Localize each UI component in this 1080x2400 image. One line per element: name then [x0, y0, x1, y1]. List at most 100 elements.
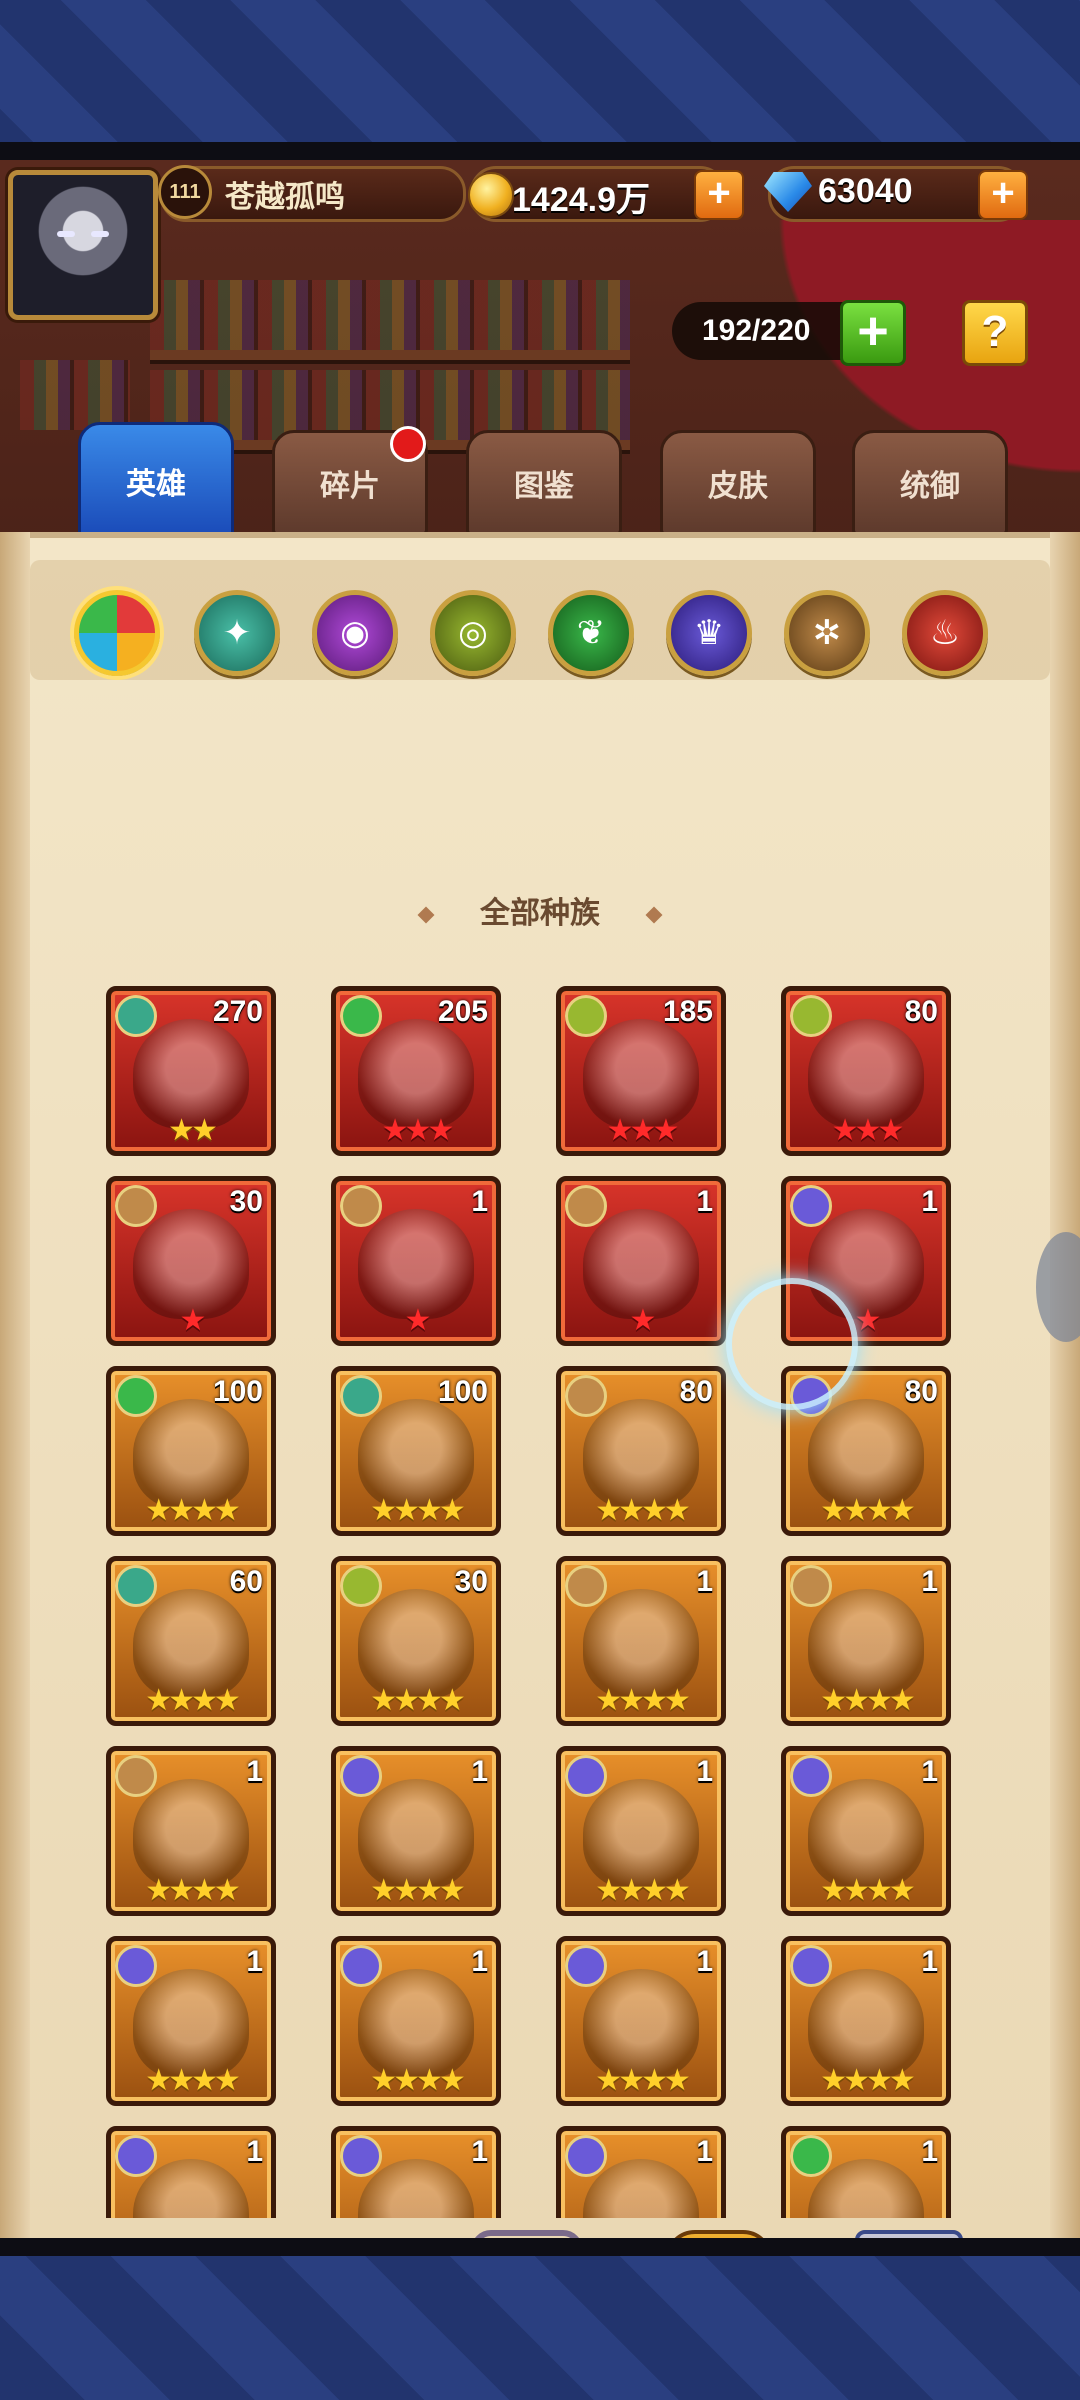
- panel-edge: [0, 532, 30, 2238]
- hero-faction-icon: [565, 1375, 607, 1417]
- hero-card[interactable]: 30 ★: [106, 1176, 276, 1346]
- hero-card[interactable]: 1 ★★★★: [781, 1556, 951, 1726]
- hero-star-rating: ★★★: [606, 1114, 680, 1147]
- hero-level: 1: [471, 1945, 488, 1978]
- hero-card[interactable]: 1 ★★★★: [106, 1746, 276, 1916]
- hero-portrait: [583, 1209, 699, 1319]
- hero-star-rating: ★★★★: [370, 1684, 466, 1717]
- hero-star-rating: ★★★: [381, 1114, 455, 1147]
- hero-faction-icon: [115, 1945, 157, 1987]
- hero-card[interactable]: 1: [331, 2126, 501, 2218]
- hero-card[interactable]: 1 ★★★★: [556, 1746, 726, 1916]
- forest-faction-icon[interactable]: ✦: [194, 590, 280, 676]
- hero-grid: 270 ★★ 205 ★★★ 185 ★★★ 80 ★★★ 30 ★ 1 ★ 1 ★ 1 ★ 100 ★★★★ 10…: [106, 986, 956, 2218]
- hero-card[interactable]: 1 ★★★★: [556, 1936, 726, 2106]
- section-title: 全部种族: [0, 888, 1080, 932]
- tab-command[interactable]: 统御: [852, 430, 1008, 536]
- hero-card[interactable]: 1 ★: [331, 1176, 501, 1346]
- expand-capacity-button[interactable]: +: [840, 300, 906, 366]
- top-letterbox-bar: [0, 142, 1080, 160]
- hero-faction-icon: [115, 1185, 157, 1227]
- hero-card[interactable]: 1 ★★★★: [331, 1936, 501, 2106]
- hero-card[interactable]: 1 ★★★★: [781, 1746, 951, 1916]
- section-title-text: 全部种族: [480, 897, 600, 930]
- bottom-letterbox-bar: [0, 2238, 1080, 2256]
- hero-card[interactable]: 1 ★: [556, 1176, 726, 1346]
- help-button[interactable]: ?: [962, 300, 1028, 366]
- dark-faction-icon[interactable]: ♨: [902, 590, 988, 676]
- hero-star-rating: ★★★: [831, 1114, 905, 1147]
- hero-card[interactable]: 80 ★★★: [781, 986, 951, 1156]
- hero-portrait: [583, 1019, 699, 1129]
- diamond-ornament-icon: [417, 906, 435, 924]
- nav-item-hero[interactable]: 英雄: [240, 2230, 410, 2238]
- hero-star-rating: ★★★★: [145, 1874, 241, 1907]
- fortress-faction-icon[interactable]: ◎: [430, 590, 516, 676]
- hero-card[interactable]: 1 ★★★★: [556, 1556, 726, 1726]
- hero-card[interactable]: 100 ★★★★: [331, 1366, 501, 1536]
- add-gold-button[interactable]: +: [694, 170, 744, 220]
- hero-level: 80: [904, 995, 938, 1028]
- player-avatar[interactable]: [8, 170, 158, 320]
- hero-card[interactable]: 1: [556, 2126, 726, 2218]
- hero-level: 1: [921, 1945, 938, 1978]
- hero-star-rating: ★★: [168, 1114, 218, 1147]
- hero-star-rating: ★: [404, 1304, 432, 1337]
- hero-portrait: [583, 1589, 699, 1699]
- hero-portrait: [583, 1399, 699, 1509]
- hero-level: 80: [679, 1375, 713, 1408]
- nature-faction-icon[interactable]: ❦: [548, 590, 634, 676]
- hero-faction-icon: [790, 1945, 832, 1987]
- faction-filter-bar: [30, 560, 1050, 680]
- abyss-faction-icon[interactable]: ♛: [666, 590, 752, 676]
- hero-card[interactable]: 270 ★★: [106, 986, 276, 1156]
- hero-level: 1: [921, 1565, 938, 1598]
- castle-icon: [85, 2230, 185, 2238]
- hero-faction-icon: [340, 2135, 382, 2177]
- hero-faction-icon: [790, 1185, 832, 1227]
- hero-star-rating: ★★★★: [820, 1684, 916, 1717]
- hero-card[interactable]: 1: [781, 2126, 951, 2218]
- hero-star-rating: ★★★★: [595, 1874, 691, 1907]
- gold-amount: 1424.9万: [512, 181, 650, 219]
- hero-faction-icon: [115, 2135, 157, 2177]
- hero-card[interactable]: 60 ★★★★: [106, 1556, 276, 1726]
- gold-coin-icon: [468, 172, 514, 218]
- nav-item-portal[interactable]: 探险: [436, 2230, 606, 2238]
- diamond-ornament-icon: [645, 906, 663, 924]
- light-faction-icon[interactable]: ✲: [784, 590, 870, 676]
- nav-item-backpack[interactable]: 背包: [630, 2230, 800, 2238]
- hero-card[interactable]: 1 ★★★★: [331, 1746, 501, 1916]
- tab-skins[interactable]: 皮肤: [660, 430, 816, 536]
- hero-card[interactable]: 1 ★★★★: [106, 1936, 276, 2106]
- hero-card[interactable]: 205 ★★★: [331, 986, 501, 1156]
- hero-portrait: [583, 1969, 699, 2079]
- hero-portrait: [133, 1399, 249, 1509]
- hero-level: 60: [229, 1565, 263, 1598]
- hero-portrait: [133, 1019, 249, 1129]
- hero-portrait: [133, 1589, 249, 1699]
- all-factions-icon[interactable]: [74, 590, 160, 676]
- hero-level: 1: [471, 1755, 488, 1788]
- nav-item-castle[interactable]: 主城: [50, 2230, 220, 2238]
- tab-codex[interactable]: 图鉴: [466, 430, 622, 536]
- hero-card[interactable]: 80 ★★★★: [556, 1366, 726, 1536]
- bookshelf-decoration: [20, 360, 130, 430]
- hero-faction-icon: [565, 2135, 607, 2177]
- hero-card[interactable]: 1 ★★★★: [781, 1936, 951, 2106]
- hero-faction-icon: [340, 1375, 382, 1417]
- hero-portrait: [808, 1399, 924, 1509]
- hero-card[interactable]: 185 ★★★: [556, 986, 726, 1156]
- hero-star-rating: ★★★★: [595, 1494, 691, 1527]
- hero-card[interactable]: 1: [106, 2126, 276, 2218]
- shadow-faction-icon[interactable]: ◉: [312, 590, 398, 676]
- hero-card[interactable]: 100 ★★★★: [106, 1366, 276, 1536]
- hero-card[interactable]: 30 ★★★★: [331, 1556, 501, 1726]
- tab-heroes[interactable]: 英雄: [78, 422, 234, 540]
- add-gems-button[interactable]: +: [978, 170, 1028, 220]
- nav-item-guild[interactable]: 公会: [820, 2230, 990, 2238]
- hero-level: 1: [921, 2135, 938, 2168]
- hero-level: 1: [696, 1755, 713, 1788]
- hero-level: 100: [212, 1375, 263, 1408]
- hero-level: 1: [696, 1945, 713, 1978]
